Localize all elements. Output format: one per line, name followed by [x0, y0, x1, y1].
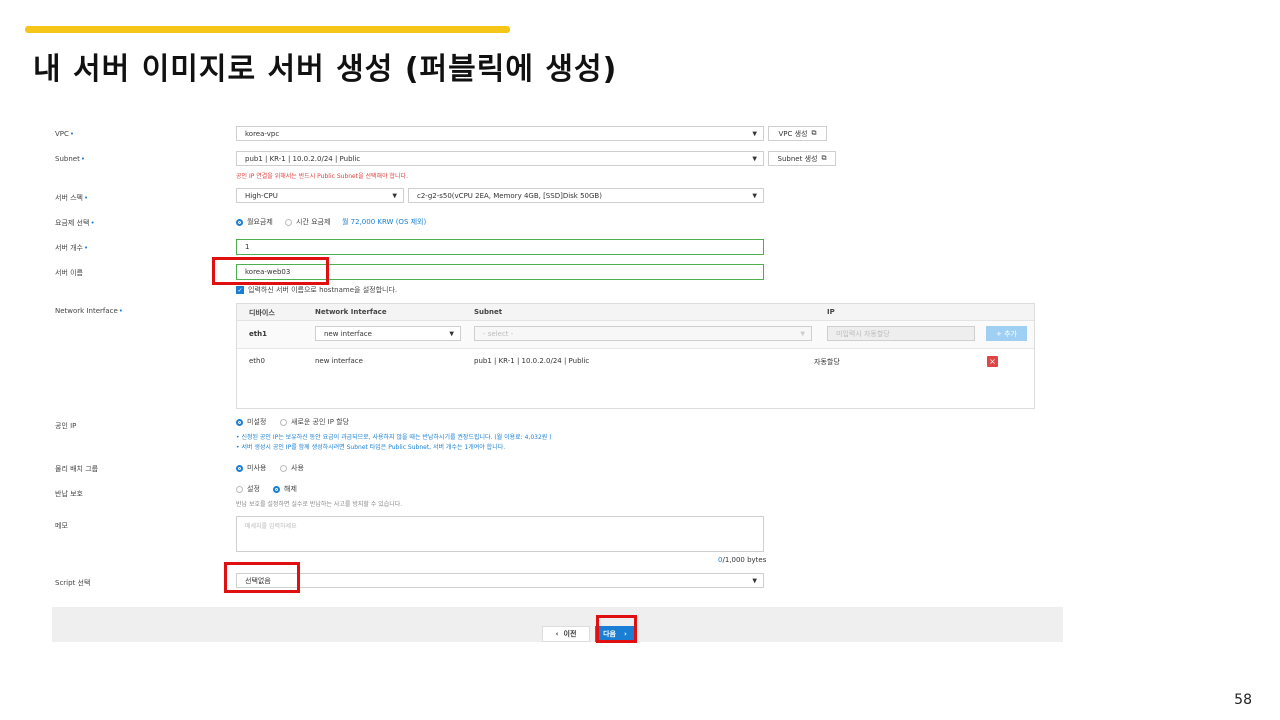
- vpc-create-label: VPC 생성: [778, 129, 808, 138]
- prev-button-label: 이전: [563, 630, 577, 638]
- billing-hourly-label: 시간 요금제: [296, 218, 331, 226]
- external-link-icon: ⧉: [811, 129, 817, 137]
- radio-checked-icon: [236, 418, 243, 426]
- external-link-icon: ⧉: [821, 154, 827, 162]
- public-ip-none-radio[interactable]: 미설정: [236, 417, 266, 427]
- highlight-script: [224, 562, 300, 593]
- hostname-checkbox-label: 입력하신 서버 이름으로 hostname을 설정합니다.: [248, 286, 398, 294]
- hostname-checkbox[interactable]: ✓ 입력하신 서버 이름으로 hostname을 설정합니다.: [236, 285, 397, 295]
- vpc-label: VPC•: [55, 130, 75, 138]
- chevron-down-icon: ▼: [752, 130, 757, 137]
- radio-unchecked-icon: [280, 464, 287, 472]
- slide-title: 내 서버 이미지로 서버 생성 (퍼블릭에 생성): [33, 52, 618, 87]
- billing-monthly-label: 월요금제: [247, 218, 273, 226]
- radio-checked-icon: [236, 218, 243, 226]
- title-accent-bar: [25, 26, 510, 33]
- page-number: 58: [1234, 692, 1252, 708]
- billing-price: 월 72,000 KRW (OS 제외): [342, 218, 427, 226]
- add-interface-button[interactable]: + 추가: [986, 326, 1027, 341]
- placement-on-radio[interactable]: 사용: [280, 463, 304, 473]
- script-label: Script 선택: [55, 579, 91, 587]
- radio-unchecked-icon: [285, 218, 292, 226]
- server-count-label: 서버 개수•: [55, 244, 89, 252]
- return-protection-note: 반납 보호를 설정하면 실수로 반납하는 사고를 방지할 수 있습니다.: [236, 501, 403, 508]
- public-ip-note-1: • 신청된 공인 IP는 보유하신 동안 요금이 과금되므로, 사용하지 않을 …: [236, 434, 552, 441]
- server-spec-value: c2-g2-s50(vCPU 2EA, Memory 4GB, [SSD]Dis…: [417, 191, 602, 200]
- radio-checked-icon: [273, 485, 280, 493]
- header-subnet: Subnet: [474, 308, 503, 316]
- row-subnet: pub1 | KR-1 | 10.0.2.0/24 | Public: [474, 357, 590, 365]
- placement-group-label: 물리 배치 그룹: [55, 465, 99, 473]
- vpc-select-value: korea-vpc: [245, 129, 280, 138]
- billing-monthly-radio[interactable]: 월요금제: [236, 217, 273, 227]
- server-type-select[interactable]: High-CPU ▼: [236, 188, 404, 203]
- header-device: 디바이스: [249, 309, 275, 317]
- protection-on-radio[interactable]: 설정: [236, 484, 260, 494]
- memo-label: 메모: [55, 522, 68, 530]
- placement-off-radio[interactable]: 미사용: [236, 463, 266, 473]
- edit-row-ip-input[interactable]: 미입력시 자동할당: [827, 326, 975, 341]
- memo-textarea[interactable]: 메세지를 입력하세요: [236, 516, 764, 552]
- chevron-down-icon: ▼: [449, 330, 454, 337]
- table-header: 디바이스 Network Interface Subnet IP: [237, 304, 1034, 321]
- server-spec-select[interactable]: c2-g2-s50(vCPU 2EA, Memory 4GB, [SSD]Dis…: [408, 188, 764, 203]
- protection-off-label: 해제: [284, 485, 297, 493]
- checkbox-checked-icon: ✓: [236, 286, 244, 294]
- highlight-next-button: [596, 615, 637, 643]
- public-ip-none-label: 미설정: [247, 418, 267, 426]
- public-ip-new-radio[interactable]: 새로운 공인 IP 할당: [280, 417, 349, 427]
- placement-off-label: 미사용: [247, 464, 267, 472]
- server-type-value: High-CPU: [245, 191, 278, 200]
- edit-row-device: eth1: [249, 330, 267, 338]
- header-ip: IP: [827, 308, 835, 316]
- vpc-select[interactable]: korea-vpc ▼: [236, 126, 764, 141]
- chevron-down-icon: ▼: [752, 155, 757, 162]
- subnet-create-label: Subnet 생성: [777, 154, 818, 163]
- chevron-down-icon: ▼: [752, 192, 757, 199]
- delete-row-icon[interactable]: ×: [987, 356, 998, 367]
- server-spec-label: 서버 스펙•: [55, 194, 89, 202]
- prev-button[interactable]: ‹ 이전: [542, 626, 590, 642]
- edit-row-subnet-placeholder: - select -: [483, 329, 514, 338]
- script-select[interactable]: 선택없음 ▼: [236, 573, 764, 588]
- chevron-down-icon: ▼: [752, 577, 757, 584]
- radio-unchecked-icon: [236, 485, 243, 493]
- edit-row-subnet-select[interactable]: - select - ▼: [474, 326, 812, 341]
- subnet-select[interactable]: pub1 | KR-1 | 10.0.2.0/24 | Public ▼: [236, 151, 764, 166]
- edit-row-ni-value: new interface: [324, 329, 372, 338]
- network-interface-table: 디바이스 Network Interface Subnet IP eth1 ne…: [236, 303, 1035, 409]
- subnet-select-value: pub1 | KR-1 | 10.0.2.0/24 | Public: [245, 154, 361, 163]
- public-ip-note-2: • 서버 생성시 공인 IP를 함께 생성하시려면 Subnet 타입은 Pub…: [236, 444, 506, 451]
- subnet-warning: 공인 IP 연결을 위해서는 반드시 Public Subnet을 선택해야 합…: [236, 173, 408, 180]
- row-device: eth0: [249, 357, 265, 365]
- radio-unchecked-icon: [280, 418, 287, 426]
- memo-bytes-total: /1,000 bytes: [722, 556, 767, 564]
- header-network-interface: Network Interface: [315, 308, 387, 316]
- server-name-label: 서버 이름: [55, 269, 83, 277]
- edit-row-ni-select[interactable]: new interface ▼: [315, 326, 461, 341]
- radio-checked-icon: [236, 464, 243, 472]
- row-ip: 자동할당: [814, 358, 840, 366]
- subnet-label: Subnet•: [55, 155, 85, 163]
- vpc-create-button[interactable]: VPC 생성 ⧉: [768, 126, 827, 141]
- protection-off-radio[interactable]: 해제: [273, 484, 297, 494]
- network-interface-label: Network Interface•: [55, 307, 123, 315]
- chevron-down-icon: ▼: [800, 330, 805, 337]
- public-ip-new-label: 새로운 공인 IP 할당: [291, 418, 350, 426]
- chevron-down-icon: ▼: [392, 192, 397, 199]
- subnet-create-button[interactable]: Subnet 생성 ⧉: [768, 151, 836, 166]
- highlight-server-name: [212, 257, 329, 285]
- row-network-interface: new interface: [315, 357, 363, 365]
- protection-on-label: 설정: [247, 485, 260, 493]
- table-edit-row: eth1 new interface ▼ - select - ▼ 미입력시 자동할…: [237, 321, 1034, 349]
- return-protection-label: 반납 보호: [55, 490, 83, 498]
- placement-on-label: 사용: [291, 464, 304, 472]
- server-count-input[interactable]: 1: [236, 239, 764, 255]
- billing-label: 요금제 선택•: [55, 219, 95, 227]
- public-ip-label: 공인 IP: [55, 422, 77, 430]
- chevron-left-icon: ‹: [555, 630, 559, 638]
- billing-hourly-radio[interactable]: 시간 요금제: [285, 217, 330, 227]
- memo-byte-counter: 0/1,000 bytes: [718, 556, 766, 564]
